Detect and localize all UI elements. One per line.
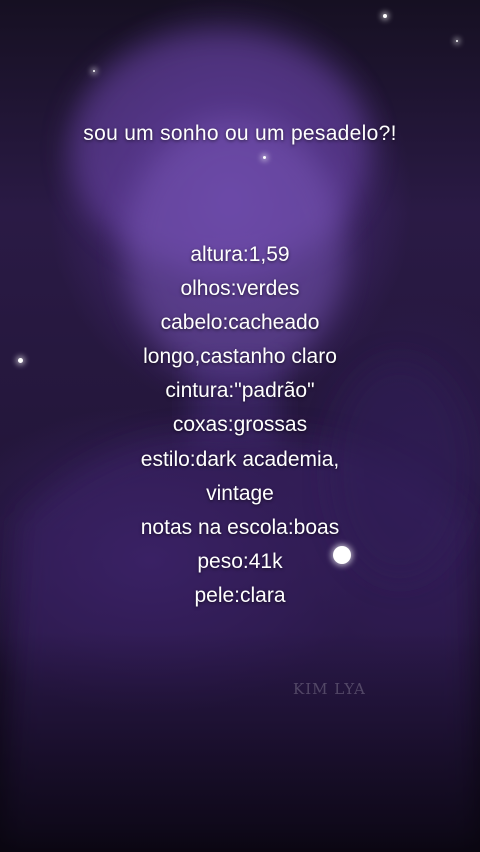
sparkle-icon <box>383 14 387 18</box>
video-frame: sou um sonho ou um pesadelo?! altura:1,5… <box>0 0 480 852</box>
info-line: peso:41k <box>197 549 283 573</box>
info-line: vintage <box>206 481 274 505</box>
profile-info-list: altura:1,59 olhos:verdes cabelo:cacheado… <box>0 238 480 613</box>
info-line: cabelo:cacheado <box>160 311 320 335</box>
sparkle-icon <box>456 40 458 42</box>
info-line: altura:1,59 <box>190 243 290 266</box>
info-line: estilo:dark academia, <box>140 447 340 471</box>
watermark-text: KIM LYA <box>293 680 366 698</box>
sparkle-icon <box>93 70 95 72</box>
sparkle-icon <box>263 156 266 159</box>
bottom-shadow <box>0 632 480 852</box>
info-line: coxas:grossas <box>172 413 308 437</box>
info-line: notas na escola:boas <box>140 515 340 539</box>
info-line: cintura:"padrão" <box>165 379 315 403</box>
info-line: longo,castanho claro <box>143 345 337 369</box>
info-line: olhos:verdes <box>180 277 300 301</box>
overlay-headline: sou um sonho ou um pesadelo?! <box>83 122 397 145</box>
info-line: pele:clara <box>194 583 286 607</box>
